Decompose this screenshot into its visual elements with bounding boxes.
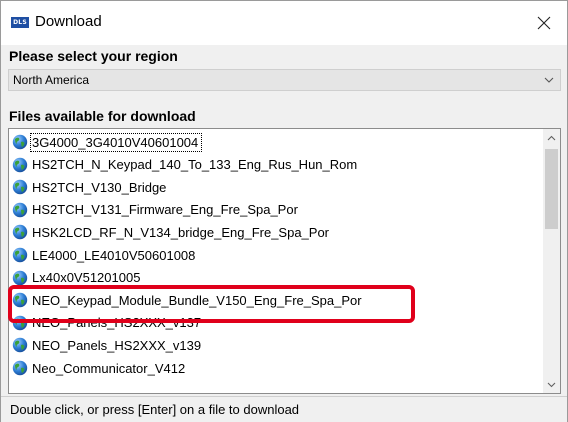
file-list-item[interactable]: HS2TCH_V130_Bridge (12, 176, 537, 198)
file-name: HS2TCH_V130_Bridge (32, 179, 167, 195)
app-logo-icon: DLS (11, 17, 29, 28)
file-list-item[interactable]: HS2TCH_V131_Firmware_Eng_Fre_Spa_Por (12, 199, 537, 221)
close-icon (537, 16, 551, 30)
globe-icon (12, 247, 28, 263)
close-button[interactable] (521, 1, 567, 45)
file-list[interactable]: 3G4000_3G4010V40601004 HS2TCH_N_Keypad_14… (8, 128, 561, 394)
scroll-up-button[interactable] (543, 129, 560, 146)
globe-icon (12, 157, 28, 172)
files-heading: Files available for download (9, 108, 196, 124)
file-list-item[interactable]: 3G4000_3G4010V40601004 (12, 131, 537, 153)
chevron-down-icon (544, 77, 554, 83)
file-name: HS2TCH_N_Keypad_140_To_133_Eng_Rus_Hun_R… (32, 157, 358, 173)
region-dropdown[interactable]: North America (8, 69, 561, 91)
file-name: NEO_Panels_HS2XXX_v139 (32, 337, 202, 353)
file-name: HSK2LCD_RF_N_V134_bridge_Eng_Fre_Spa_Por (32, 224, 330, 240)
file-name: Lx40x0V51201005 (32, 270, 141, 286)
status-text: Double click, or press [Enter] on a file… (10, 402, 300, 417)
title-bar: DLS Download (1, 1, 567, 45)
file-list-item[interactable]: HSK2LCD_RF_N_V134_bridge_Eng_Fre_Spa_Por (12, 221, 537, 243)
scroll-thumb[interactable] (545, 149, 558, 229)
status-bar: Double click, or press [Enter] on a file… (1, 396, 567, 422)
globe-icon (12, 202, 28, 217)
file-name: HS2TCH_V131_Firmware_Eng_Fre_Spa_Por (32, 202, 298, 218)
file-list-item[interactable]: Neo_Communicator_V412 (12, 357, 537, 379)
file-list-item[interactable]: NEO_Panels_HS2XXX_v139 (12, 334, 537, 356)
chevron-up-icon (547, 135, 556, 140)
highlight-annotation (8, 285, 415, 323)
globe-icon (12, 338, 28, 353)
globe-icon (12, 225, 28, 240)
region-selected-value: North America (13, 73, 90, 87)
region-heading: Please select your region (9, 48, 178, 64)
globe-icon (12, 360, 28, 376)
file-list-scrollbar[interactable] (543, 129, 560, 393)
file-name: LE4000_LE4010V50601008 (32, 247, 196, 263)
file-name: 3G4000_3G4010V40601004 (29, 132, 203, 152)
file-list-item[interactable]: LE4000_LE4010V50601008 (12, 244, 537, 266)
scroll-down-button[interactable] (543, 376, 560, 393)
globe-icon (12, 179, 28, 195)
file-list-item[interactable]: HS2TCH_N_Keypad_140_To_133_Eng_Rus_Hun_R… (12, 154, 537, 176)
download-window: DLS Download Please select your region N… (0, 0, 568, 422)
globe-icon (12, 134, 28, 150)
file-name: Neo_Communicator_V412 (32, 360, 186, 376)
globe-icon (12, 270, 28, 285)
chevron-down-icon (547, 382, 556, 387)
window-title: Download (35, 13, 102, 30)
